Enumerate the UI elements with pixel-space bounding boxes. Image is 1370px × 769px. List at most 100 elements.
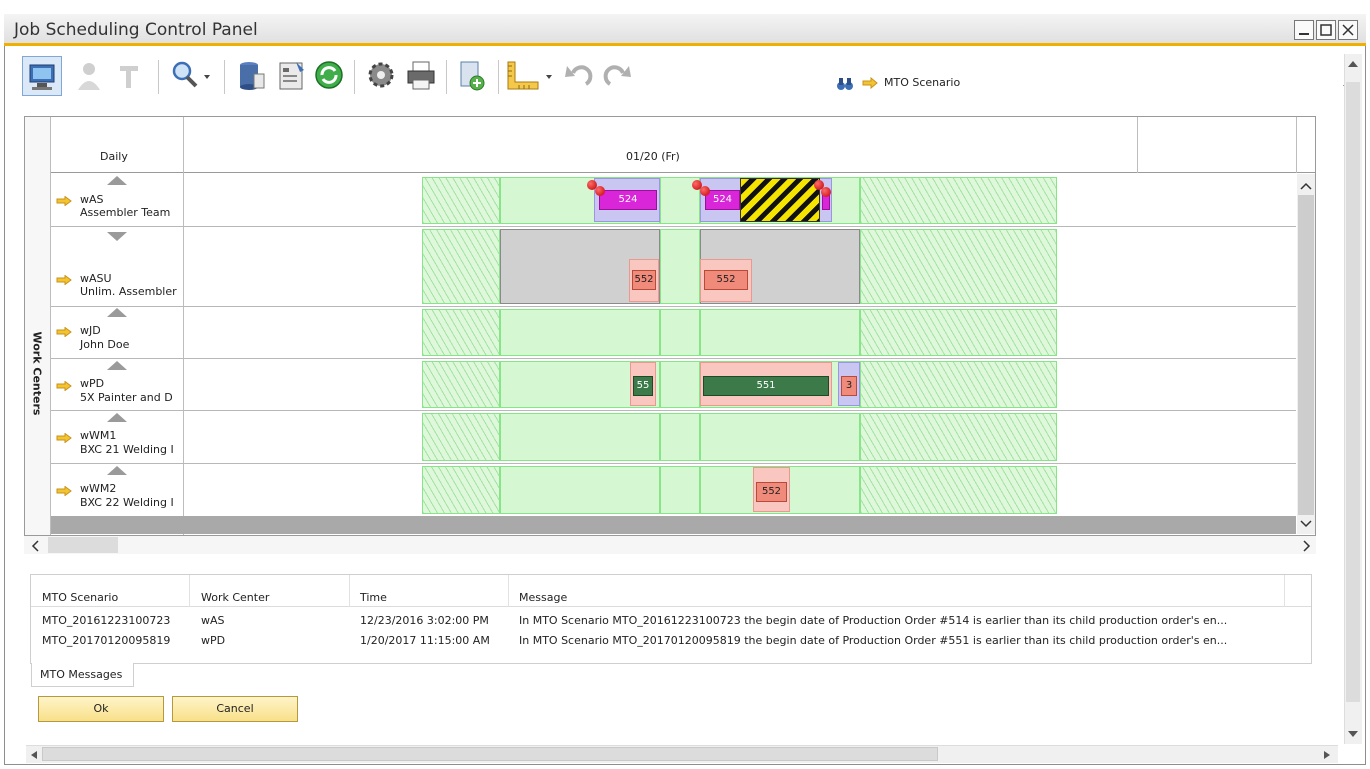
toolbar-separator [224, 60, 225, 94]
row-code-was: wAS [80, 193, 104, 206]
printer-icon[interactable] [402, 56, 442, 96]
expand-down-arrow-icon[interactable] [107, 232, 127, 241]
col-header-work-center[interactable]: Work Center [201, 591, 269, 604]
toolbar-separator [354, 60, 355, 94]
operation-bar-524[interactable]: 524 [599, 190, 657, 210]
calendar-segment [422, 229, 500, 304]
msg-row-1-scenario[interactable]: MTO_20161223100723 [42, 614, 170, 627]
collapse-up-arrow-icon[interactable] [107, 308, 127, 317]
binoculars-icon[interactable] [836, 74, 854, 92]
toolbar-separator [498, 60, 499, 94]
operation-bar-524[interactable]: 524 [705, 190, 740, 210]
main-horizontal-thumb[interactable] [42, 747, 938, 761]
calendar-segment [660, 309, 700, 356]
operation-bar-551[interactable]: 551 [703, 376, 829, 396]
msg-row-2-message[interactable]: In MTO Scenario MTO_20170120095819 the b… [519, 634, 1281, 647]
calendar-segment [500, 466, 660, 514]
ruler-icon[interactable] [504, 56, 556, 96]
row-name-wwm2: BXC 22 Welding I [80, 496, 174, 509]
collapse-up-arrow-icon[interactable] [107, 176, 127, 185]
chevron-down-icon[interactable] [1300, 518, 1312, 532]
magnifier-icon[interactable] [166, 56, 216, 96]
row-name-wwm1: BXC 21 Welding I [80, 443, 174, 456]
collapse-up-arrow-icon[interactable] [107, 361, 127, 370]
calendar-segment [860, 413, 1057, 461]
chevron-right-icon[interactable] [1302, 540, 1312, 555]
undo-icon[interactable] [560, 56, 600, 96]
window-title: Job Scheduling Control Panel [14, 20, 258, 40]
tab-mto-messages[interactable]: MTO Messages [31, 663, 134, 687]
refresh-icon[interactable] [310, 56, 350, 96]
ok-button[interactable]: Ok [38, 696, 164, 722]
msg-row-1-time[interactable]: 12/23/2016 3:02:00 PM [360, 614, 489, 627]
gantt-horizontal-thumb[interactable] [48, 537, 118, 553]
minimize-button[interactable] [1294, 20, 1314, 40]
user-icon[interactable] [70, 56, 110, 96]
msg-row-2-time[interactable]: 1/20/2017 11:15:00 AM [360, 634, 490, 647]
link-arrow-icon[interactable] [56, 380, 72, 392]
report-icon[interactable] [272, 56, 312, 96]
vertical-label-column [25, 117, 51, 535]
pin-icon [700, 186, 710, 196]
calendar-segment [422, 466, 500, 514]
pin-icon [821, 187, 831, 197]
calendar-segment [860, 361, 1057, 408]
minimize-icon [1295, 21, 1313, 39]
col-header-scenario[interactable]: MTO Scenario [42, 591, 118, 604]
row-divider [51, 306, 1296, 307]
link-arrow-icon[interactable] [56, 195, 72, 207]
msg-row-1-work-center[interactable]: wAS [201, 614, 225, 627]
operation-bar-3[interactable]: 3 [841, 376, 857, 396]
maximize-button[interactable] [1316, 20, 1336, 40]
msg-row-2-work-center[interactable]: wPD [201, 634, 225, 647]
row-code-wasu: wASU [80, 272, 112, 285]
conflict-block[interactable] [740, 178, 820, 222]
row-code-wwm1: wWM1 [80, 429, 117, 442]
row-divider [51, 226, 1296, 227]
link-arrow-icon[interactable] [56, 274, 72, 286]
col-header-time[interactable]: Time [360, 591, 387, 604]
row-divider [51, 358, 1296, 359]
column-divider [183, 117, 184, 535]
tool-icon[interactable] [110, 56, 150, 96]
calendar-segment [660, 229, 700, 304]
header-divider [1284, 575, 1285, 607]
gantt-vertical-thumb[interactable] [1298, 195, 1314, 515]
msg-row-1-message[interactable]: In MTO Scenario MTO_20161223100723 the b… [519, 614, 1281, 627]
cancel-button[interactable]: Cancel [172, 696, 298, 722]
collapse-up-arrow-icon[interactable] [107, 413, 127, 422]
msg-row-2-scenario[interactable]: MTO_20170120095819 [42, 634, 170, 647]
export-icon[interactable] [452, 56, 492, 96]
operation-bar-552[interactable]: 552 [756, 482, 787, 502]
link-arrow-icon[interactable] [862, 76, 878, 92]
row-name-was: Assembler Team [80, 206, 171, 219]
operation-bar-55[interactable]: 55 [633, 376, 653, 396]
operation-bar-552[interactable]: 552 [632, 270, 656, 290]
scroll-right-icon[interactable] [1322, 749, 1332, 763]
gantt-horizontal-scrollbar[interactable] [24, 536, 1316, 554]
work-centers-label: Work Centers [31, 332, 44, 416]
operation-bar-552[interactable]: 552 [704, 270, 748, 290]
scenario-select[interactable] [1000, 72, 1340, 98]
collapse-up-arrow-icon[interactable] [107, 466, 127, 475]
link-arrow-icon[interactable] [56, 485, 72, 497]
scroll-up-icon[interactable] [1347, 58, 1359, 72]
chevron-left-icon[interactable] [30, 540, 40, 555]
gear-icon[interactable] [362, 56, 402, 96]
database-icon[interactable] [232, 56, 272, 96]
header-date: 01/20 (Fr) [626, 150, 680, 163]
monitor-icon[interactable] [22, 56, 62, 96]
calendar-segment [422, 177, 500, 224]
redo-icon[interactable] [598, 56, 638, 96]
scroll-left-icon[interactable] [29, 749, 39, 763]
close-button[interactable] [1338, 20, 1358, 40]
scenario-label: MTO Scenario [884, 76, 961, 89]
calendar-segment [660, 413, 700, 461]
col-header-message[interactable]: Message [519, 591, 567, 604]
chevron-up-icon[interactable] [1300, 180, 1312, 194]
scroll-down-icon[interactable] [1347, 728, 1359, 742]
calendar-segment [660, 361, 700, 408]
link-arrow-icon[interactable] [56, 432, 72, 444]
main-vertical-thumb[interactable] [1346, 82, 1360, 702]
link-arrow-icon[interactable] [56, 326, 72, 338]
